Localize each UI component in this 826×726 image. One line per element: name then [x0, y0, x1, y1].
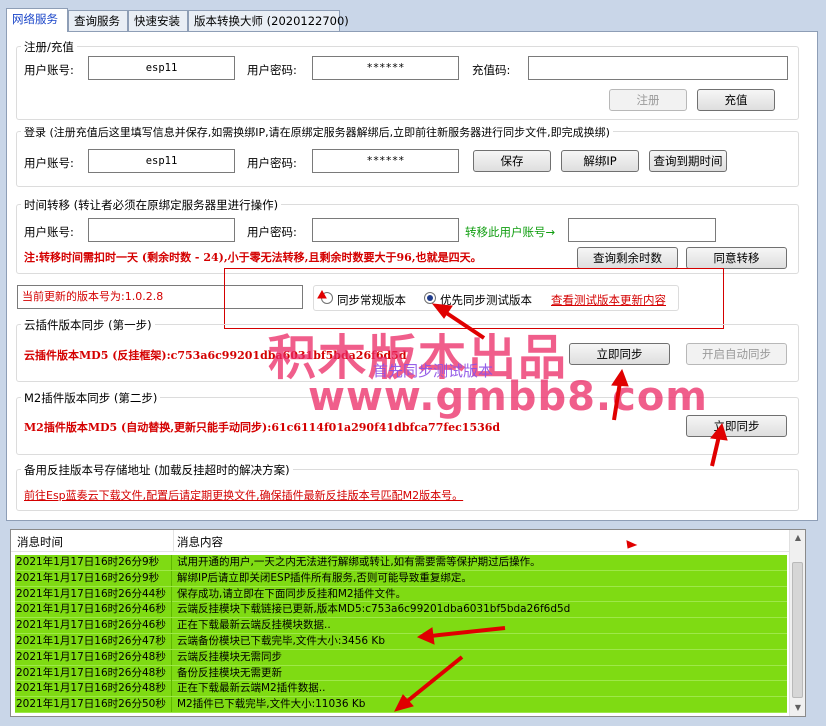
log-row-time: 2021年1月17日16时26分48秒	[16, 681, 172, 697]
auto-sync-button[interactable]: 开启自动同步	[686, 343, 787, 365]
log-row-message: 备份反挂模块无需更新	[177, 666, 282, 679]
scroll-thumb[interactable]	[792, 562, 803, 698]
log-row[interactable]: 2021年1月17日16时26分46秒 云端反挂模块下载链接已更新,版本MD5:c…	[15, 602, 787, 619]
register-password-field[interactable]: ******	[312, 56, 459, 80]
login-account-label: 用户账号:	[24, 156, 74, 170]
radio-sync-normal[interactable]	[321, 292, 333, 304]
recharge-button[interactable]: 充值	[697, 89, 775, 111]
m2-plugin-md5: M2插件版本MD5 (自动替换,更新只能手动同步):61c6114f01a290…	[24, 421, 501, 434]
register-button[interactable]: 注册	[609, 89, 687, 111]
log-row-time: 2021年1月17日16时26分50秒	[16, 697, 172, 713]
log-row[interactable]: 2021年1月17日16时26分9秒 解绑IP后请立即关闭ESP插件所有服务,否则…	[15, 570, 787, 587]
register-account-field[interactable]: esp11	[88, 56, 235, 80]
unbind-ip-button[interactable]: 解绑IP	[561, 150, 639, 172]
log-col-message[interactable]: 消息内容	[177, 534, 223, 550]
register-legend: 注册/充值	[21, 39, 77, 55]
transfer-account-field[interactable]	[88, 218, 235, 242]
register-password-label: 用户密码:	[247, 63, 297, 77]
agree-transfer-button[interactable]: 同意转移	[686, 247, 787, 269]
save-button[interactable]: 保存	[473, 150, 551, 172]
log-row[interactable]: 2021年1月17日16时26分44秒 保存成功,请立即在下面同步反挂和M2插件文…	[15, 586, 787, 603]
cloud-plugin-legend: 云插件版本同步 (第一步)	[21, 317, 155, 333]
log-rows: 2021年1月17日16时26分9秒 试用开通的用户,一天之内无法进行解绑或转让,…	[15, 555, 787, 713]
tab-query-service[interactable]: 查询服务	[68, 10, 128, 32]
log-row-message: 解绑IP后请立即关闭ESP插件所有服务,否则可能导致重复绑定。	[177, 571, 472, 584]
register-account-label: 用户账号:	[24, 63, 74, 77]
log-row[interactable]: 2021年1月17日16时26分9秒 试用开通的用户,一天之内无法进行解绑或转让,…	[15, 555, 787, 571]
transfer-target-field[interactable]	[568, 218, 716, 242]
scroll-up-icon[interactable]: ▲	[790, 530, 805, 546]
log-row[interactable]: 2021年1月17日16时26分50秒 M2插件已下载完毕,文件大小:11036 …	[15, 697, 787, 713]
login-legend: 登录 (注册充值后这里填写信息并保存,如需换绑IP,请在原绑定服务器解绑后,立即…	[21, 124, 613, 140]
log-row-time: 2021年1月17日16时26分9秒	[16, 570, 172, 586]
log-row-message: 正在下载最新云端反挂模块数据..	[177, 619, 331, 632]
log-row-message: 试用开通的用户,一天之内无法进行解绑或转让,如有需要需等保护期过后操作。	[177, 556, 541, 568]
view-test-changelog-link[interactable]: 查看测试版本更新内容	[551, 292, 666, 308]
log-row[interactable]: 2021年1月17日16时26分48秒 正在下载最新云端M2插件数据..	[15, 681, 787, 698]
log-col-time[interactable]: 消息时间	[17, 534, 63, 550]
transfer-note: 注:转移时间需扣时一天 (剩余时数 - 24),小于零无法转移,且剩余时数要大于…	[24, 251, 482, 264]
log-row[interactable]: 2021年1月17日16时26分48秒 备份反挂模块无需更新	[15, 665, 787, 682]
log-row-message: 云端反挂模块无需同步	[177, 650, 282, 663]
log-row-time: 2021年1月17日16时26分48秒	[16, 665, 172, 681]
log-row-time: 2021年1月17日16时26分46秒	[16, 602, 172, 618]
log-row-time: 2021年1月17日16时26分9秒	[16, 555, 172, 570]
transfer-account-label: 用户账号:	[24, 225, 74, 239]
login-password-field[interactable]: ******	[312, 149, 459, 173]
tab-version-converter[interactable]: 版本转换大师 (2020122700)	[188, 10, 349, 32]
transfer-password-field[interactable]	[312, 218, 459, 242]
cloud-sync-now-button[interactable]: 立即同步	[569, 343, 670, 365]
log-row[interactable]: 2021年1月17日16时26分48秒 云端反挂模块无需同步	[15, 649, 787, 666]
m2-plugin-legend: M2插件版本同步 (第二步)	[21, 390, 161, 406]
tab-bar: 网络服务 查询服务 快速安装 版本转换大师 (2020122700)	[6, 8, 818, 32]
log-row-message: 保存成功,请立即在下面同步反挂和M2插件文件。	[177, 587, 407, 600]
message-log-list[interactable]: 消息时间 消息内容 2021年1月17日16时26分9秒 试用开通的用户,一天之内…	[10, 529, 806, 717]
log-row-message: 云端反挂模块下载链接已更新,版本MD5:c753a6c99201dba6031b…	[177, 603, 571, 616]
login-password-label: 用户密码:	[247, 156, 297, 170]
query-remaining-hours-button[interactable]: 查询剩余时数	[577, 247, 678, 269]
transfer-target-label: 转移此用户账号→	[465, 225, 556, 239]
radio-sync-normal-label: 同步常规版本	[337, 293, 406, 307]
recharge-code-field[interactable]	[528, 56, 788, 80]
radio-sync-test-label: 优先同步测试版本	[440, 293, 532, 307]
log-row-message: 正在下载最新云端M2插件数据..	[177, 682, 326, 695]
backup-download-link[interactable]: 前往Esp蓝奏云下载文件,配置后请定期更换文件,确保插件最新反挂版本号匹配M2版…	[24, 487, 463, 503]
log-col-divider	[173, 530, 174, 552]
log-row-time: 2021年1月17日16时26分47秒	[16, 633, 172, 649]
tab-network-service[interactable]: 网络服务	[6, 8, 68, 32]
log-row-time: 2021年1月17日16时26分46秒	[16, 618, 172, 634]
log-row-message: 云端备份模块已下载完毕,文件大小:3456 Kb	[177, 634, 385, 647]
recharge-code-label: 充值码:	[472, 63, 511, 77]
backup-legend: 备用反挂版本号存储地址 (加载反挂超时的解决方案)	[21, 462, 293, 478]
tab-quick-install[interactable]: 快速安装	[128, 10, 188, 32]
login-account-field[interactable]: esp11	[88, 149, 235, 173]
log-row-message: M2插件已下载完毕,文件大小:11036 Kb	[177, 698, 366, 711]
query-expiry-button[interactable]: 查询到期时间	[649, 150, 727, 172]
transfer-legend: 时间转移 (转让者必须在原绑定服务器里进行操作)	[21, 197, 282, 213]
scroll-down-icon[interactable]: ▼	[790, 700, 805, 716]
log-row[interactable]: 2021年1月17日16时26分47秒 云端备份模块已下载完毕,文件大小:3456…	[15, 633, 787, 650]
log-header: 消息时间 消息内容	[11, 530, 791, 552]
radio-sync-test[interactable]	[424, 292, 436, 304]
log-row[interactable]: 2021年1月17日16时26分46秒 正在下载最新云端反挂模块数据..	[15, 618, 787, 634]
transfer-password-label: 用户密码:	[247, 225, 297, 239]
log-row-time: 2021年1月17日16时26分44秒	[16, 586, 172, 602]
log-row-time: 2021年1月17日16时26分48秒	[16, 649, 172, 665]
watermark-subtitle: 首先同步测试版本	[373, 362, 494, 380]
watermark-url: www.gmbb8.com	[308, 374, 708, 420]
log-scrollbar[interactable]: ▲ ▼	[789, 530, 805, 716]
